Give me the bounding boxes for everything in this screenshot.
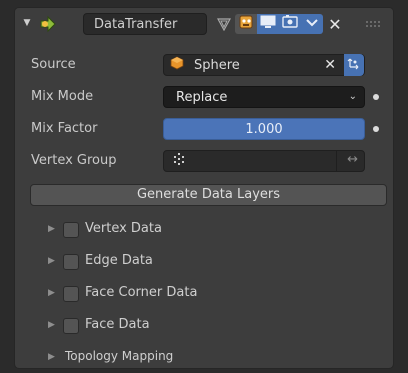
vertex-group-divider (336, 151, 337, 171)
subpanel-label: Topology Mapping (65, 349, 174, 363)
vertex-group-label: Vertex Group (31, 153, 117, 168)
face-corner-data-checkbox[interactable] (63, 286, 79, 302)
mix-factor-slider[interactable]: 1.000 (163, 118, 365, 140)
object-eyedropper-icon (347, 56, 361, 74)
vertex-data-checkbox[interactable] (63, 222, 79, 238)
generate-data-layers-button[interactable]: Generate Data Layers (30, 184, 387, 206)
mesh-sphere-icon (170, 56, 184, 74)
expand-triangle-icon[interactable]: ▶ (48, 320, 55, 330)
edit-mode-button[interactable] (235, 14, 257, 34)
modifier-panel: ▼ DataTransfer ✕ Source Sphere ✕ Mix Mod… (14, 7, 394, 369)
mix-factor-keyframe-dot[interactable] (373, 126, 379, 132)
clear-source-icon[interactable]: ✕ (324, 57, 336, 73)
vertex-group-row: Vertex Group ↔ (15, 150, 393, 172)
modifier-name-text: DataTransfer (94, 16, 178, 32)
extra-options-dropdown[interactable] (301, 14, 323, 34)
subpanel-topology-mapping[interactable]: ▶ Topology Mapping (15, 344, 393, 368)
viewport-display-button[interactable] (257, 14, 279, 34)
mix-factor-value: 1.000 (245, 121, 283, 137)
subpanel-face-corner-data[interactable]: ▶ Face Corner Data (15, 280, 393, 308)
render-button[interactable] (279, 14, 301, 34)
subpanel-label: Vertex Data (85, 221, 162, 236)
mix-mode-keyframe-dot[interactable] (373, 94, 379, 100)
source-object-name: Sphere (194, 57, 240, 73)
invert-arrows-icon[interactable]: ↔ (347, 152, 358, 167)
modifier-name-field[interactable]: DataTransfer (83, 13, 207, 35)
source-label: Source (31, 57, 76, 72)
eyedropper-button[interactable] (344, 54, 364, 76)
modifier-header: ▼ DataTransfer ✕ (15, 8, 393, 40)
expand-triangle-icon[interactable]: ▶ (48, 256, 55, 266)
vertex-group-field[interactable]: ↔ (163, 150, 365, 172)
dropdown-chevron-icon (305, 17, 319, 32)
render-icon (282, 15, 298, 33)
mix-mode-dropdown[interactable]: Replace ⌄ (163, 86, 365, 108)
viewport-display-icon (260, 15, 276, 33)
source-row: Source Sphere ✕ (15, 54, 393, 76)
subpanel-label: Face Corner Data (85, 285, 198, 300)
drag-grip-icon[interactable] (365, 18, 383, 30)
data-transfer-modifier-icon (37, 14, 59, 34)
expand-triangle-icon[interactable]: ▶ (48, 352, 55, 362)
mix-factor-row: Mix Factor 1.000 (15, 118, 393, 140)
face-data-checkbox[interactable] (63, 318, 79, 334)
chevron-down-icon: ⌄ (348, 91, 357, 102)
edge-data-checkbox[interactable] (63, 254, 79, 270)
close-icon[interactable]: ✕ (325, 14, 345, 34)
subpanel-vertex-data[interactable]: ▶ Vertex Data (15, 216, 393, 244)
mix-mode-value: Replace (176, 89, 228, 105)
mix-mode-label: Mix Mode (31, 89, 94, 104)
subpanel-label: Face Data (85, 317, 150, 332)
vertex-group-icon (172, 152, 186, 170)
mix-mode-row: Mix Mode Replace ⌄ (15, 86, 393, 108)
subpanel-edge-data[interactable]: ▶ Edge Data (15, 248, 393, 276)
subpanel-face-data[interactable]: ▶ Face Data (15, 312, 393, 340)
collapse-triangle-icon[interactable]: ▼ (21, 16, 33, 30)
edit-mode-icon (238, 14, 254, 34)
source-object-field[interactable]: Sphere ✕ (163, 54, 365, 76)
expand-triangle-icon[interactable]: ▶ (48, 288, 55, 298)
mix-factor-label: Mix Factor (31, 121, 98, 136)
on-cage-icon[interactable] (215, 15, 233, 33)
subpanel-label: Edge Data (85, 253, 153, 268)
expand-triangle-icon[interactable]: ▶ (48, 224, 55, 234)
